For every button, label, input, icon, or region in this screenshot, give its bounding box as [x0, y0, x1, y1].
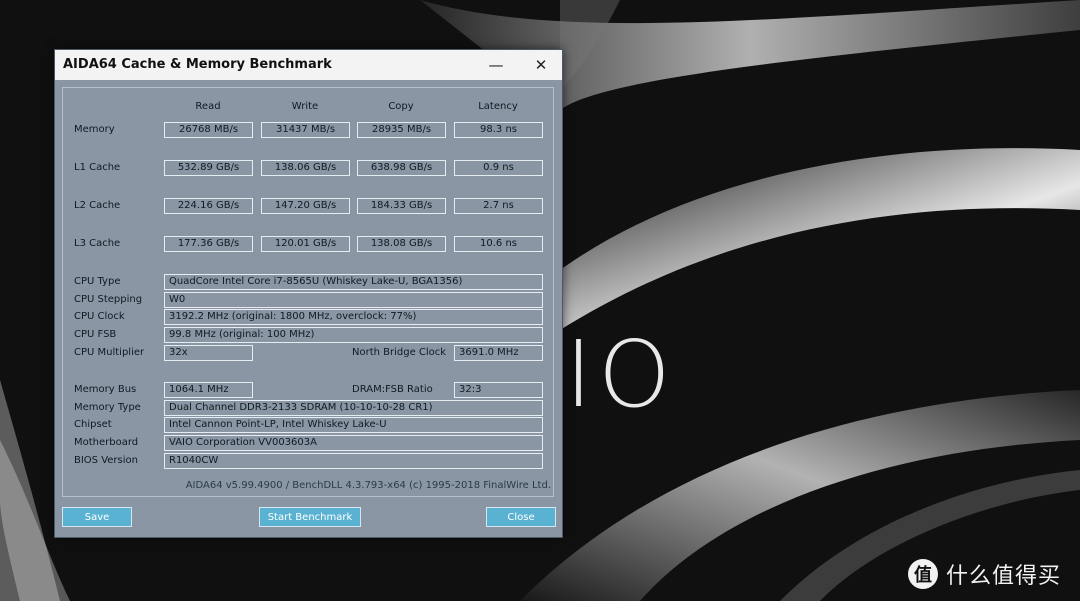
brand-watermark-text: 什么值得买	[946, 564, 1062, 589]
motherboard-label: Motherboard	[74, 437, 139, 448]
window-titlebar[interactable]: AIDA64 Cache & Memory Benchmark — ✕	[55, 50, 562, 80]
motherboard-value: VAIO Corporation VV003603A	[164, 435, 543, 451]
wallpaper-logo-text: IO	[565, 321, 677, 428]
version-copyright-text: AIDA64 v5.99.4900 / BenchDLL 4.3.793-x64…	[185, 480, 551, 491]
memory-type-label: Memory Type	[74, 402, 141, 413]
minimize-button[interactable]: —	[475, 50, 517, 80]
l2-write-value: 147.20 GB/s	[261, 198, 350, 214]
l2-read-value: 224.16 GB/s	[164, 198, 253, 214]
memory-copy-value: 28935 MB/s	[357, 122, 446, 138]
dram-fsb-ratio-value: 32:3	[454, 382, 543, 398]
save-button[interactable]: Save	[62, 507, 132, 527]
l3-write-value: 120.01 GB/s	[261, 236, 350, 252]
l1-latency-value: 0.9 ns	[454, 160, 543, 176]
north-bridge-clock-value: 3691.0 MHz	[454, 345, 543, 361]
column-header-write: Write	[291, 101, 319, 112]
window-title: AIDA64 Cache & Memory Benchmark	[63, 57, 332, 72]
l1-write-value: 138.06 GB/s	[261, 160, 350, 176]
cpu-stepping-value: W0	[164, 292, 543, 308]
cpu-type-label: CPU Type	[74, 276, 121, 287]
dram-fsb-ratio-label: DRAM:FSB Ratio	[352, 384, 433, 395]
l3-latency-value: 10.6 ns	[454, 236, 543, 252]
bios-version-label: BIOS Version	[74, 455, 138, 466]
cpu-fsb-label: CPU FSB	[74, 329, 117, 340]
cpu-multiplier-value: 32x	[164, 345, 253, 361]
memory-bus-label: Memory Bus	[74, 384, 137, 395]
row-label-l3-cache: L3 Cache	[74, 238, 121, 249]
close-window-button[interactable]: ✕	[520, 50, 562, 80]
cpu-clock-label: CPU Clock	[74, 311, 125, 322]
l3-read-value: 177.36 GB/s	[164, 236, 253, 252]
benchmark-panel: Read Write Copy Latency Memory 26768 MB/…	[62, 87, 554, 497]
column-header-latency: Latency	[478, 101, 518, 112]
memory-read-value: 26768 MB/s	[164, 122, 253, 138]
column-header-read: Read	[195, 101, 221, 112]
close-button[interactable]: Close	[486, 507, 556, 527]
north-bridge-clock-label: North Bridge Clock	[352, 347, 447, 358]
memory-bus-value: 1064.1 MHz	[164, 382, 253, 398]
cpu-fsb-value: 99.8 MHz (original: 100 MHz)	[164, 327, 543, 343]
l2-copy-value: 184.33 GB/s	[357, 198, 446, 214]
cpu-clock-value: 3192.2 MHz (original: 1800 MHz, overcloc…	[164, 309, 543, 325]
bios-version-value: R1040CW	[164, 453, 543, 469]
l2-latency-value: 2.7 ns	[454, 198, 543, 214]
cpu-type-value: QuadCore Intel Core i7-8565U (Whiskey La…	[164, 274, 543, 290]
cpu-stepping-label: CPU Stepping	[74, 294, 143, 305]
memory-write-value: 31437 MB/s	[261, 122, 350, 138]
row-label-l1-cache: L1 Cache	[74, 162, 121, 173]
brand-logo-icon: 值	[908, 559, 938, 589]
row-label-memory: Memory	[74, 124, 115, 135]
aida64-benchmark-window: AIDA64 Cache & Memory Benchmark — ✕ Read…	[54, 49, 563, 538]
memory-latency-value: 98.3 ns	[454, 122, 543, 138]
chipset-label: Chipset	[74, 419, 112, 430]
l1-copy-value: 638.98 GB/s	[357, 160, 446, 176]
l1-read-value: 532.89 GB/s	[164, 160, 253, 176]
start-benchmark-button[interactable]: Start Benchmark	[259, 507, 361, 527]
chipset-value: Intel Cannon Point-LP, Intel Whiskey Lak…	[164, 417, 543, 433]
row-label-l2-cache: L2 Cache	[74, 200, 121, 211]
memory-type-value: Dual Channel DDR3-2133 SDRAM (10-10-10-2…	[164, 400, 543, 416]
column-header-copy: Copy	[388, 101, 414, 112]
cpu-multiplier-label: CPU Multiplier	[74, 347, 145, 358]
brand-watermark: 值 什么值得买	[908, 556, 1061, 592]
l3-copy-value: 138.08 GB/s	[357, 236, 446, 252]
